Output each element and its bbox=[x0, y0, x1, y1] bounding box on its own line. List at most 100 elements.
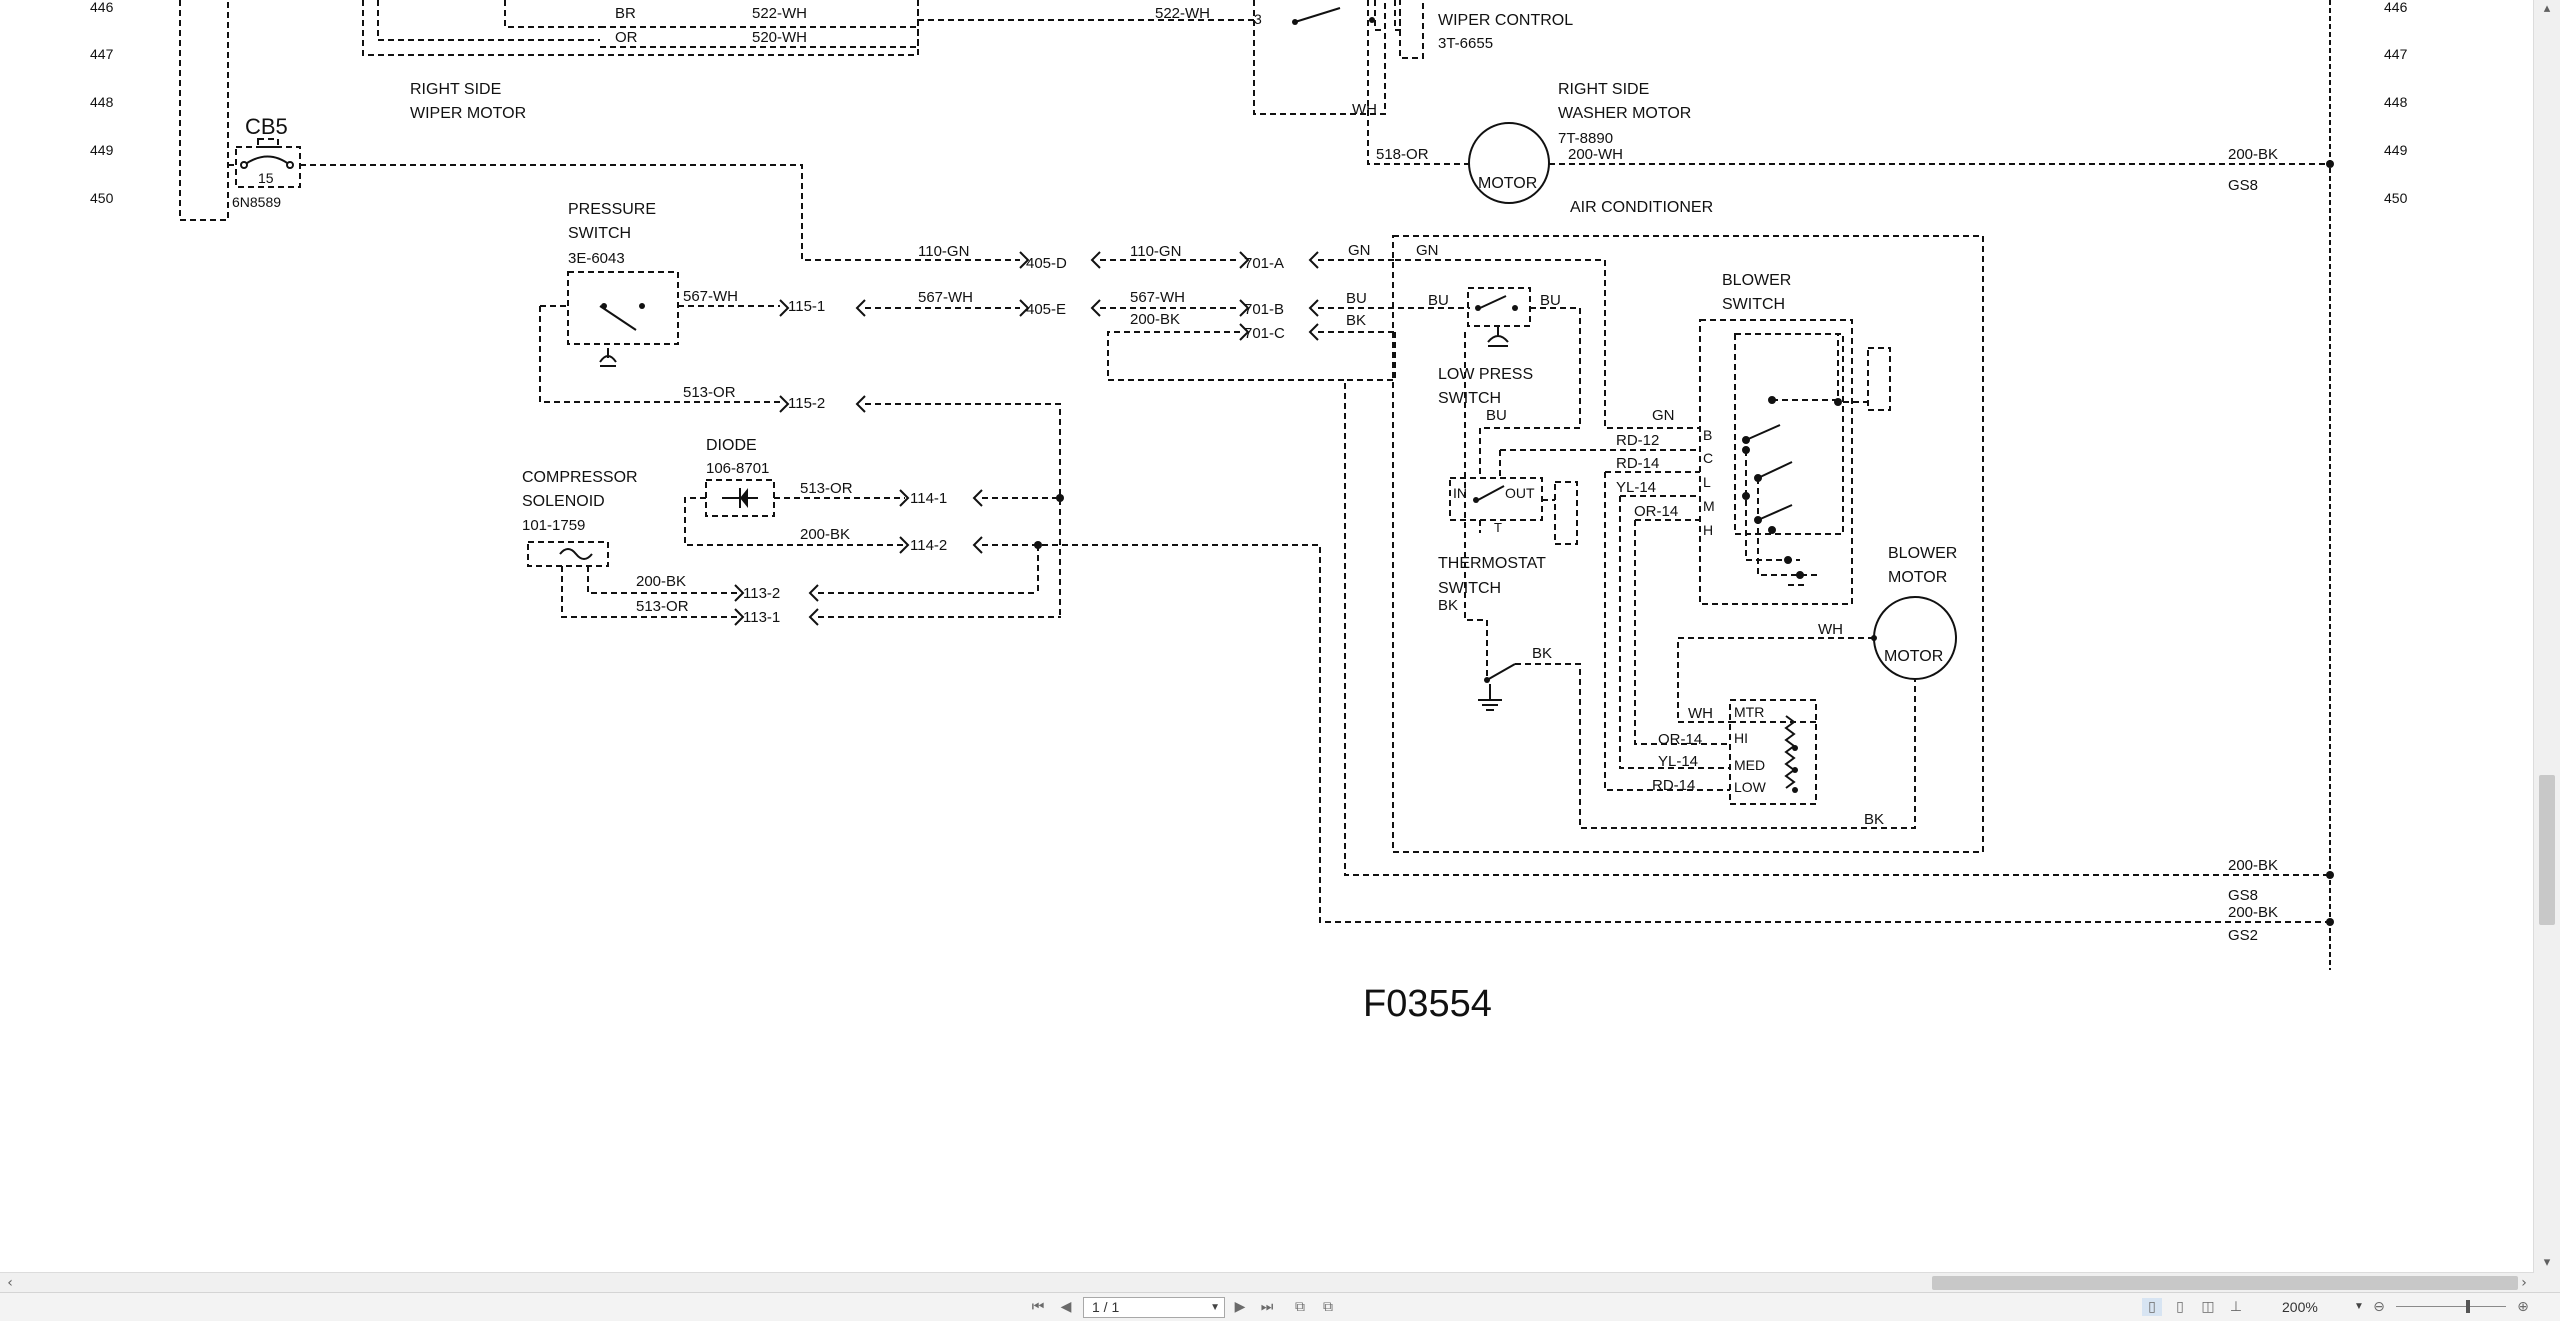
resistor-pin: LOW bbox=[1734, 779, 1767, 795]
wire-label: 200-WH bbox=[1568, 146, 1623, 163]
component-label: THERMOSTAT bbox=[1438, 555, 1546, 572]
connector-label: 115-1 bbox=[788, 298, 825, 315]
wire-label: 567-WH bbox=[683, 288, 738, 305]
chevron-down-icon[interactable]: ▼ bbox=[1202, 1298, 1220, 1317]
row-number: 447 bbox=[90, 46, 114, 62]
first-page-icon[interactable]: ⏮ bbox=[1030, 1298, 1046, 1316]
component-label: SOLENOID bbox=[522, 493, 605, 510]
switch-pin: M bbox=[1703, 498, 1715, 514]
row-number: 446 bbox=[2384, 0, 2408, 15]
row-number: 449 bbox=[90, 142, 114, 158]
wire-label: 110-GN bbox=[1130, 243, 1181, 260]
wire-label: 110-GN bbox=[918, 243, 969, 260]
previous-page-icon[interactable]: ◀ bbox=[1058, 1298, 1074, 1316]
two-page-view-icon[interactable]: ◫ bbox=[2198, 1298, 2218, 1316]
resistor-pin: MED bbox=[1734, 757, 1765, 773]
motor-label: MOTOR bbox=[1884, 648, 1943, 665]
vertical-scrollbar[interactable]: ▴ ▾ bbox=[2533, 0, 2560, 1272]
connector-label: 115-2 bbox=[788, 395, 825, 412]
scrollbar-corner bbox=[2534, 1272, 2560, 1292]
wire-label: 513-OR bbox=[636, 598, 689, 615]
zoom-slider[interactable] bbox=[2396, 1306, 2506, 1307]
component-label: COMPRESSOR bbox=[522, 469, 638, 486]
component-label: WIPER MOTOR bbox=[410, 105, 526, 122]
wire-label: 200-BK bbox=[636, 573, 686, 590]
zoom-level[interactable]: 200% bbox=[2282, 1298, 2318, 1316]
wire-label: RD-14 bbox=[1616, 455, 1659, 472]
zoom-slider-thumb[interactable] bbox=[2466, 1300, 2470, 1313]
wire-label: OR-14 bbox=[1634, 503, 1678, 520]
wire-label: WH bbox=[1688, 705, 1713, 722]
wire-label: BK bbox=[1346, 312, 1366, 329]
diode: DIODE 106-8701 513-OR 200-BK 114-1 114-2 bbox=[684, 437, 2330, 923]
row-number: 448 bbox=[2384, 94, 2408, 110]
component-label: WASHER MOTOR bbox=[1558, 105, 1691, 122]
zoom-out-icon[interactable]: ⊖ bbox=[2370, 1298, 2388, 1316]
row-number: 447 bbox=[2384, 46, 2408, 62]
connector-label: 701-A bbox=[1244, 255, 1284, 272]
component-label: BLOWER bbox=[1722, 272, 1791, 289]
component-label: SWITCH bbox=[1438, 390, 1501, 407]
fit-page-icon[interactable]: ⧉ bbox=[1318, 1298, 1338, 1316]
vertical-scroll-thumb[interactable] bbox=[2539, 775, 2555, 925]
figure-id: F03554 bbox=[1363, 983, 1492, 1025]
wire-label: RD-14 bbox=[1652, 777, 1695, 794]
document-viewport[interactable]: 446 447 448 449 450 446 447 448 449 450 … bbox=[0, 0, 2534, 1272]
switch-pin: H bbox=[1703, 522, 1713, 538]
last-page-icon[interactable]: ⏭ bbox=[1258, 1298, 1276, 1316]
connector-label: 701-C bbox=[1244, 325, 1285, 342]
next-page-icon[interactable]: ▶ bbox=[1232, 1298, 1248, 1316]
page-number-text: 1 / 1 bbox=[1092, 1299, 1120, 1315]
continuous-view-icon[interactable]: ▯ bbox=[2170, 1298, 2190, 1316]
single-page-view-icon[interactable]: ▯ bbox=[2142, 1298, 2162, 1316]
scroll-up-icon[interactable]: ▴ bbox=[2534, 0, 2560, 18]
page-number-field[interactable]: 1 / 1 ▼ bbox=[1083, 1297, 1225, 1318]
component-label: AIR CONDITIONER bbox=[1570, 199, 1713, 216]
wire-label: BK bbox=[1438, 597, 1458, 614]
thermostat-out: OUT bbox=[1505, 485, 1535, 501]
component-label: 101-1759 bbox=[522, 517, 585, 534]
wire-label: BU bbox=[1346, 290, 1367, 307]
horizontal-scrollbar[interactable]: ‹ › bbox=[0, 1272, 2534, 1293]
scroll-left-icon[interactable]: ‹ bbox=[2, 1273, 18, 1293]
component-label: LOW PRESS bbox=[1438, 366, 1533, 383]
zoom-dropdown-icon[interactable]: ▼ bbox=[2354, 1298, 2364, 1316]
wire-label: 200-BK bbox=[1130, 311, 1180, 328]
connector-label: 405-E bbox=[1026, 301, 1066, 318]
component-label: SWITCH bbox=[1722, 296, 1785, 313]
connector-label: 113-1 bbox=[743, 609, 780, 626]
zoom-in-icon[interactable]: ⊕ bbox=[2514, 1298, 2532, 1316]
resistor-pin: HI bbox=[1734, 730, 1748, 746]
ground-label: GS2 bbox=[2228, 927, 2258, 944]
component-label: 6N8589 bbox=[232, 194, 281, 210]
air-conditioner-unit: AIR CONDITIONER GN BU BU LOW PRESS SWITC… bbox=[1345, 199, 1984, 853]
horizontal-scroll-thumb[interactable] bbox=[1932, 1276, 2518, 1290]
resistor-pin: MTR bbox=[1734, 704, 1764, 720]
connector-label: 405-D bbox=[1026, 255, 1067, 272]
connector-label: 114-1 bbox=[910, 490, 947, 507]
wire-label: WH bbox=[1818, 621, 1843, 638]
wire-label: BR bbox=[615, 5, 636, 22]
page-layout-icon[interactable]: ⧉ bbox=[1290, 1298, 1310, 1316]
wire-label: 513-OR bbox=[800, 480, 853, 497]
ruler-icon[interactable]: ⊥ bbox=[2226, 1298, 2246, 1316]
switch-pin: L bbox=[1703, 474, 1711, 490]
wire-label: RD-12 bbox=[1616, 432, 1659, 449]
wire-label: BU bbox=[1486, 407, 1507, 424]
wire-label: OR-14 bbox=[1658, 731, 1702, 748]
scroll-right-icon[interactable]: › bbox=[2516, 1273, 2532, 1293]
scroll-down-icon[interactable]: ▾ bbox=[2534, 1254, 2560, 1272]
connector-label: 113-2 bbox=[743, 585, 780, 602]
component-label: PRESSURE bbox=[568, 201, 656, 218]
component-label: RIGHT SIDE bbox=[1558, 81, 1649, 98]
connector-label: 701-B bbox=[1244, 301, 1284, 318]
ground-label: GS8 bbox=[2228, 887, 2258, 904]
wire-label: GN bbox=[1348, 242, 1371, 259]
component-label: RIGHT SIDE bbox=[410, 81, 501, 98]
status-bar: ⏮ ◀ 1 / 1 ▼ ▶ ⏭ ⧉ ⧉ ▯ ▯ ◫ ⊥ 200% ▼ ⊖ ⊕ bbox=[0, 1292, 2560, 1321]
wire-label: 200-BK bbox=[800, 526, 850, 543]
wire-label: 567-WH bbox=[1130, 289, 1185, 306]
left-bus bbox=[179, 0, 229, 221]
component-label: 7T-8890 bbox=[1558, 130, 1613, 147]
component-label: 15 bbox=[258, 170, 274, 186]
